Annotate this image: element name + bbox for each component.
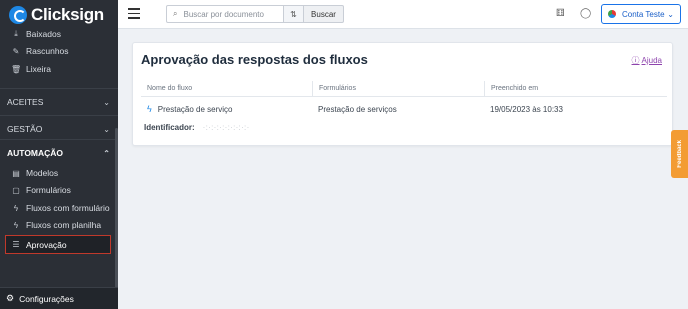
search-button[interactable]: Buscar — [304, 5, 344, 23]
template-icon: ▤ — [12, 168, 20, 178]
chevron-down-icon: ⌄ — [103, 97, 110, 107]
sidebar-scrollbar[interactable] — [115, 128, 118, 288]
search-input[interactable]: ⌕ Buscar por documento — [166, 5, 284, 23]
sidebar-item-label: Formulários — [26, 185, 71, 195]
search-icon: ⌕ — [173, 9, 178, 18]
search-placeholder: Buscar por documento — [183, 9, 264, 19]
account-label: Conta Teste — [622, 9, 665, 19]
sidebar-item-lixeira[interactable]: 🗑 Lixeira — [0, 60, 51, 78]
sidebar-item-formularios[interactable]: ▢ Formulários — [0, 181, 71, 199]
filter-icon: ⇅ — [290, 9, 297, 19]
help-link[interactable]: ⓘ Ajuda — [632, 55, 662, 66]
chevron-down-icon: ⌄ — [667, 9, 674, 19]
sidebar-item-fluxos-planilha[interactable]: ϟ Fluxos com planilha — [0, 216, 101, 234]
sidebar-item-rascunhos[interactable]: ✎ Rascunhos — [0, 42, 69, 60]
cell-flow-name: ϟ Prestação de serviço — [141, 101, 312, 117]
section-label: GESTÃO — [7, 124, 43, 134]
gear-icon: ⚙ — [6, 293, 15, 303]
approval-card: Aprovação das respostas dos fluxos ⓘ Aju… — [132, 42, 673, 146]
sidebar-item-label: Aprovação — [26, 239, 67, 250]
column-header-flow-name: Nome do fluxo — [147, 85, 193, 92]
section-automacao[interactable]: AUTOMAÇÃO ⌃ — [0, 139, 118, 166]
checklist-icon: ☰ — [12, 240, 20, 249]
sidebar-item-label: Modelos — [26, 168, 59, 178]
settings-button[interactable]: ⚙ Configurações — [0, 287, 118, 309]
section-label: AUTOMAÇÃO — [7, 148, 64, 158]
account-avatar-icon — [608, 10, 616, 18]
sidebar-item-label: Fluxos com formulário — [26, 203, 110, 213]
chevron-up-icon: ⌃ — [103, 148, 110, 158]
page-title: Aprovação das respostas dos fluxos — [141, 52, 368, 67]
sidebar-item-aprovacao[interactable]: ☰ Aprovação — [5, 235, 111, 254]
sidebar-item-label: Baixados — [26, 29, 61, 39]
identifier-label: Identificador: — [144, 123, 195, 132]
sidebar-item-fluxos-formulario[interactable]: ϟ Fluxos com formulário — [0, 199, 110, 217]
identifier-value: ·:·:·:·:·:·:·:·:· — [202, 123, 250, 132]
sidebar-item-label: Lixeira — [26, 64, 52, 74]
sidebar-item-label: Rascunhos — [26, 46, 69, 56]
chevron-down-icon: ⌄ — [103, 124, 110, 134]
section-label: ACEITES — [7, 97, 44, 107]
download-icon: ⤓ — [14, 29, 18, 38]
form-icon: ▢ — [12, 185, 20, 195]
column-header-forms: Formulários — [312, 81, 484, 96]
sidebar-item-label: Fluxos com planilha — [26, 220, 102, 230]
filter-button[interactable]: ⇅ — [284, 5, 304, 23]
table-row[interactable]: ϟ Prestação de serviço Prestação de serv… — [141, 101, 667, 117]
sidebar-item-baixados[interactable]: ⤓ Baixados — [0, 25, 61, 43]
chat-icon[interactable]: ◯ — [580, 8, 591, 19]
help-label: Ajuda — [641, 56, 662, 65]
logo-text: Clicksign — [31, 4, 104, 24]
sidebar-item-modelos[interactable]: ▤ Modelos — [0, 164, 58, 182]
top-bar: ⌕ Buscar por documento ⇅ Buscar ⚅ ◯ Cont… — [118, 0, 688, 29]
feedback-label: Feedback — [676, 140, 683, 168]
lightning-icon: ϟ — [13, 220, 19, 230]
settings-label: Configurações — [19, 293, 74, 304]
cell-form: Prestação de serviços — [318, 104, 397, 114]
menu-icon[interactable] — [128, 8, 140, 19]
identifier: Identificador: ·:·:·:·:·:·:·:·:· — [144, 123, 250, 132]
column-header-filled-at: Preenchido em — [484, 81, 667, 96]
lightning-icon: ϟ — [147, 104, 152, 114]
draft-icon: ✎ — [12, 46, 20, 56]
account-menu-button[interactable]: Conta Teste ⌄ — [601, 4, 681, 24]
trash-icon: 🗑 — [11, 64, 22, 74]
gift-icon[interactable]: ⚅ — [556, 8, 565, 19]
cell-filled-at: 19/05/2023 às 10:33 — [490, 104, 563, 114]
help-icon: ⓘ — [631, 56, 640, 65]
sidebar: Clicksign ⤓ Baixados ✎ Rascunhos 🗑 Lixei… — [0, 0, 118, 309]
feedback-tab[interactable]: Feedback — [671, 130, 688, 178]
section-gestao[interactable]: GESTÃO ⌄ — [0, 115, 118, 142]
section-aceites[interactable]: ACEITES ⌄ — [0, 88, 118, 115]
lightning-icon: ϟ — [13, 203, 19, 213]
table-header: Nome do fluxo Formulários Preenchido em — [141, 81, 667, 97]
flow-name: Prestação de serviço — [157, 104, 233, 114]
clicksign-logo-icon — [9, 5, 27, 24]
